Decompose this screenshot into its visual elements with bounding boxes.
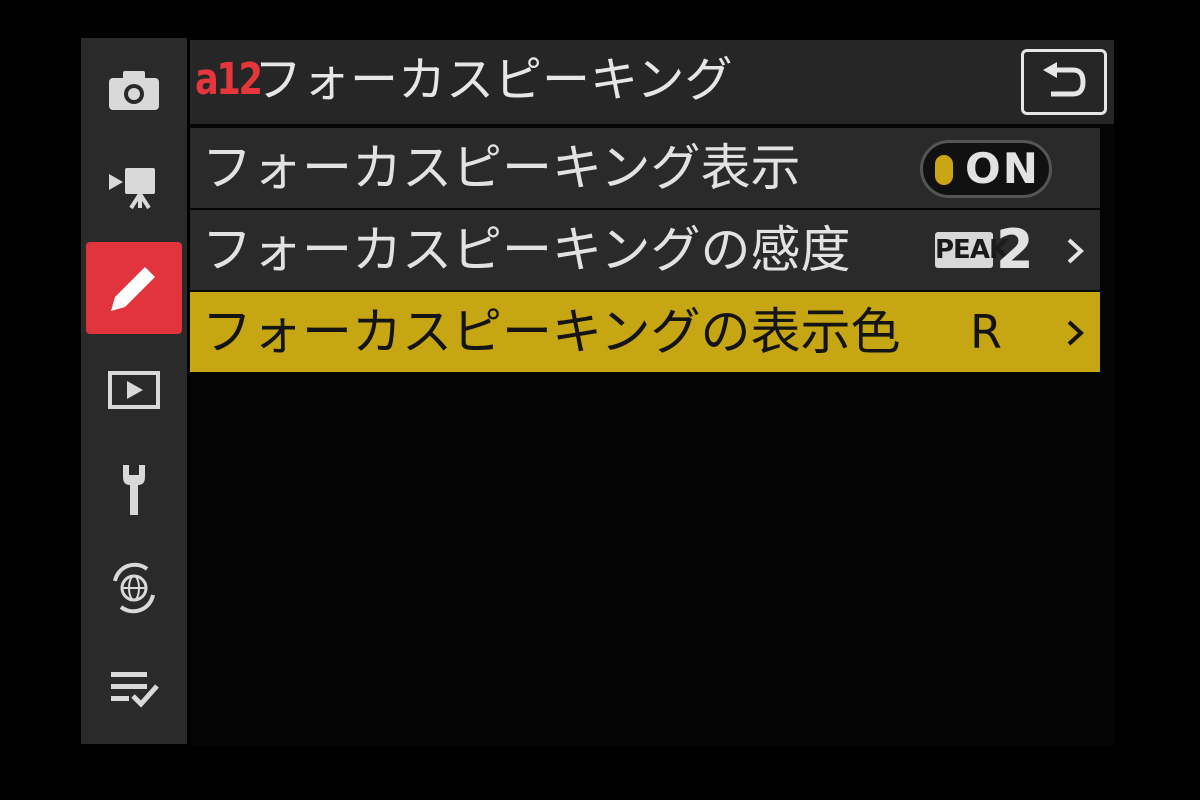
my-menu-icon: [111, 672, 159, 708]
camera-icon: [109, 71, 159, 110]
sidebar-item-custom-settings[interactable]: [86, 242, 182, 334]
peak-badge: PEAK: [935, 232, 1009, 268]
menu-item-label: フォーカスピーキングの感度: [202, 221, 851, 279]
sidebar-item-network[interactable]: [86, 542, 182, 634]
network-icon: [113, 562, 155, 614]
menu-item-peaking-color[interactable]: フォーカスピーキングの表示色 R: [190, 292, 1100, 372]
sidebar-item-my-menu[interactable]: [86, 642, 182, 734]
pencil-icon: [111, 267, 155, 311]
sidebar-item-setup[interactable]: [86, 444, 182, 536]
menu-item-label: フォーカスピーキングの表示色: [202, 303, 901, 361]
playback-icon: [108, 371, 160, 409]
toggle-value: ON: [965, 144, 1040, 193]
sidebar-item-movie-shooting[interactable]: [86, 140, 182, 232]
menu-panel: a12 フォーカスピーキング フォーカスピーキング表示 ON フォーカスピーキン…: [190, 40, 1114, 746]
movie-camera-icon: [109, 168, 155, 210]
menu-sidebar: [81, 38, 187, 744]
page-title: フォーカスピーキング: [254, 52, 733, 108]
menu-item-peaking-sensitivity[interactable]: フォーカスピーキングの感度 PEAK 2: [190, 210, 1100, 290]
peaking-display-toggle[interactable]: ON: [920, 140, 1052, 198]
menu-header: a12 フォーカスピーキング: [190, 40, 1114, 124]
sensitivity-value: 2: [996, 218, 1034, 281]
menu-code: a12: [195, 54, 263, 105]
toggle-knob: [935, 155, 953, 185]
sidebar-item-photo-shooting[interactable]: [86, 44, 182, 136]
chevron-right-icon: [1067, 320, 1084, 346]
menu-item-peaking-display[interactable]: フォーカスピーキング表示 ON: [190, 128, 1100, 208]
wrench-icon: [123, 465, 145, 515]
chevron-right-icon: [1067, 238, 1084, 264]
menu-item-label: フォーカスピーキング表示: [202, 139, 801, 197]
camera-menu-screen: a12 フォーカスピーキング フォーカスピーキング表示 ON フォーカスピーキン…: [0, 0, 1200, 800]
sidebar-item-playback[interactable]: [86, 344, 182, 436]
peaking-color-value: R: [970, 305, 1002, 359]
back-arrow-icon: [1043, 62, 1086, 97]
back-button[interactable]: [1021, 49, 1107, 115]
